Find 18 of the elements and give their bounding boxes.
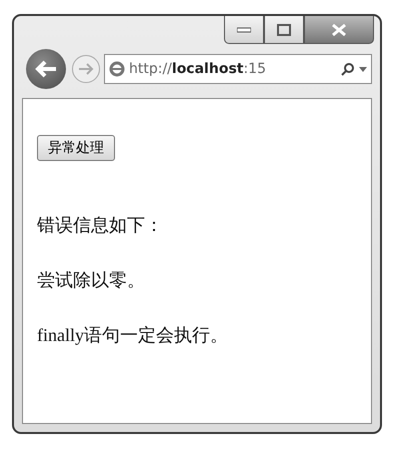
maximize-icon [277, 24, 291, 36]
forward-arrow-icon [78, 62, 94, 76]
minimize-icon [237, 26, 251, 32]
search-icon[interactable] [341, 62, 355, 76]
back-button[interactable] [26, 49, 66, 89]
message-text: 错误信息如下： [37, 214, 164, 237]
back-arrow-icon [35, 60, 57, 78]
close-icon [332, 24, 346, 36]
close-button[interactable] [304, 16, 374, 44]
minimize-button[interactable] [224, 16, 264, 44]
browser-logo-icon [109, 61, 125, 77]
dropdown-caret-icon[interactable] [359, 66, 367, 72]
maximize-button[interactable] [264, 16, 304, 44]
url-text: http://localhost:15 [129, 61, 267, 77]
message-text: finally语句一定会执行。 [37, 324, 229, 347]
exception-button[interactable]: 异常处理 [37, 135, 115, 161]
address-bar[interactable]: http://localhost:15 [104, 54, 372, 84]
message-text: 尝试除以零。 [37, 269, 146, 292]
